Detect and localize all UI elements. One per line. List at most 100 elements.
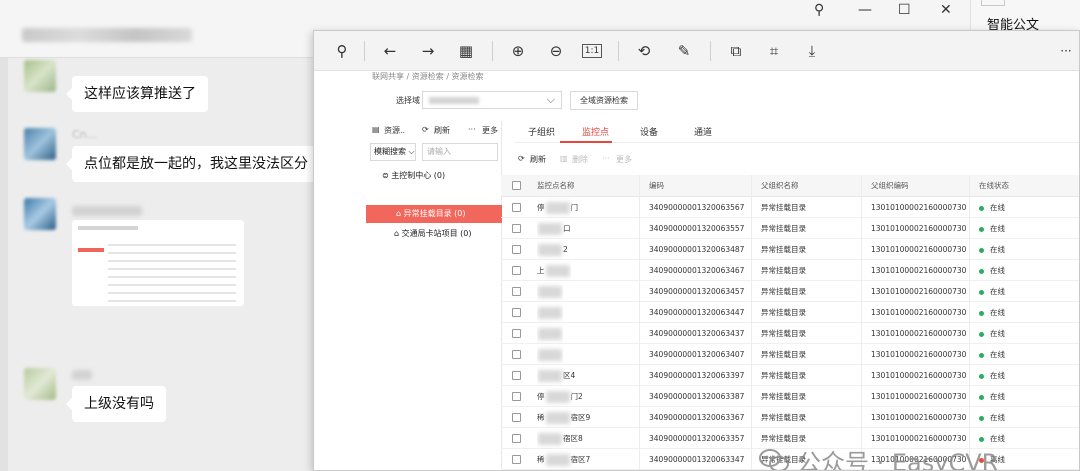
table-row[interactable]: 稀宿区9 34090000001320063367 异常挂载目录 1301010000… — [501, 407, 1079, 428]
area-select[interactable]: ⌵ — [422, 91, 562, 109]
name-redacted — [538, 328, 562, 340]
delete-button[interactable]: 删除 — [572, 154, 588, 165]
resource-icon[interactable]: ▤ — [372, 125, 380, 134]
back-arrow-icon[interactable]: ← — [378, 40, 402, 62]
tab-device[interactable]: 设备 — [640, 125, 658, 138]
avatar[interactable] — [24, 60, 56, 92]
image-viewer-window: ⚲ ← → ▦ ⊕ ⊖ 1:1 ⟲ ✎ ⧉ ⌗ ⤓ ··· 联网共享 / 资源检… — [313, 30, 1080, 471]
column-header[interactable]: 监控点名称 — [537, 175, 575, 197]
pin-icon[interactable]: ⚲ — [330, 40, 354, 62]
actual-size-icon[interactable]: 1:1 — [582, 44, 602, 58]
rotate-icon[interactable]: ⟲ — [632, 40, 656, 62]
column-header[interactable]: 在线状态 — [979, 175, 1009, 197]
tab-monitor-point[interactable]: 监控点 — [582, 125, 609, 138]
table-row[interactable]: 34090000001320063437 异常挂载目录 13010100002160… — [501, 323, 1079, 344]
table-row[interactable]: 34090000001320063447 异常挂载目录 13010100002160… — [501, 302, 1079, 323]
forward-arrow-icon[interactable]: → — [416, 40, 440, 62]
delete-icon[interactable]: ▥ — [560, 154, 568, 163]
row-checkbox[interactable] — [512, 203, 521, 212]
global-search-button[interactable]: 全域资源检索 — [570, 91, 638, 110]
edit-icon[interactable]: ✎ — [672, 40, 696, 62]
scan-icon[interactable]: ⌗ — [762, 40, 786, 62]
avatar[interactable] — [24, 198, 56, 230]
status-dot — [979, 226, 984, 232]
resource-button[interactable]: 资源.. — [384, 125, 405, 136]
row-checkbox[interactable] — [512, 329, 521, 338]
refresh-button[interactable]: 刷新 — [530, 154, 546, 165]
table-row[interactable]: 上 34090000001320063467 异常挂载目录 1301010000216… — [501, 260, 1079, 281]
table-row[interactable]: 停门 34090000001320063567 异常挂载目录 130101000021… — [501, 197, 1079, 218]
close-icon[interactable]: ✕ — [940, 2, 952, 18]
row-checkbox[interactable] — [512, 287, 521, 296]
row-checkbox[interactable] — [512, 224, 521, 233]
save-icon[interactable]: ⤓ — [800, 40, 824, 62]
name-redacted — [538, 433, 562, 445]
refresh-button[interactable]: 刷新 — [434, 125, 450, 136]
row-checkbox[interactable] — [512, 413, 521, 422]
tree-node-traffic[interactable]: ⌂ 交通局卡站项目 (0) — [394, 225, 500, 243]
more-button[interactable]: 更多 — [616, 154, 632, 165]
pane-icon — [981, 0, 1005, 6]
table-header: 监控点名称 编码 父组织名称 父组织编码 在线状态 — [501, 175, 1079, 197]
status-dot — [979, 310, 984, 316]
parent-org-name-cell: 异常挂载目录 — [761, 224, 806, 233]
status-dot — [979, 436, 984, 442]
breadcrumb: 联网共享 / 资源检索 / 资源检索 — [372, 72, 484, 81]
row-checkbox[interactable] — [512, 392, 521, 401]
tab-sub-org[interactable]: 子组织 — [528, 125, 555, 138]
table-row[interactable]: 区4 34090000001320063397 异常挂载目录 130101000021… — [501, 365, 1079, 386]
code-cell: 34090000001320063357 — [649, 434, 745, 443]
minimize-icon[interactable]: — — [858, 2, 872, 18]
tree-node-root[interactable]: ⊜ 主控制中心 (0) — [382, 167, 500, 185]
parent-org-name-cell: 异常挂载目录 — [761, 308, 806, 317]
online-status-cell: 在线 — [979, 386, 1005, 407]
row-checkbox[interactable] — [512, 266, 521, 275]
column-header[interactable]: 父组织名称 — [761, 175, 799, 197]
row-checkbox[interactable] — [512, 245, 521, 254]
zoom-in-icon[interactable]: ⊕ — [506, 40, 530, 62]
zoom-out-icon[interactable]: ⊖ — [544, 40, 568, 62]
search-input[interactable]: 请输入 — [422, 143, 498, 161]
table-row[interactable]: 34090000001320063407 异常挂载目录 13010100002160… — [501, 344, 1079, 365]
row-checkbox[interactable] — [512, 455, 521, 464]
table-row[interactable]: 停门2 34090000001320063387 异常挂载目录 13010100002… — [501, 386, 1079, 407]
table-row[interactable]: 2 34090000001320063487 异常挂载目录 1301010000216… — [501, 239, 1079, 260]
folder-icon: ⌂ — [396, 209, 404, 218]
wechat-icon — [759, 448, 789, 470]
status-dot — [979, 415, 984, 421]
row-checkbox[interactable] — [512, 308, 521, 317]
more-dots-icon[interactable]: ··· — [468, 125, 476, 134]
refresh-icon[interactable]: ⟳ — [518, 154, 525, 163]
translate-icon[interactable]: ⧉ — [724, 40, 748, 62]
name-redacted — [545, 412, 570, 424]
search-mode-select[interactable]: 模糊搜索 ⌵ — [370, 143, 416, 161]
table-row[interactable]: 34090000001320063457 异常挂载目录 13010100002160… — [501, 281, 1079, 302]
message-bubble[interactable]: 上级没有吗 — [66, 386, 166, 422]
row-checkbox[interactable] — [512, 371, 521, 380]
row-checkbox[interactable] — [512, 434, 521, 443]
online-status-cell: 在线 — [979, 281, 1005, 302]
grid-icon[interactable]: ▦ — [454, 40, 478, 62]
message-bubble[interactable]: 这样应该算推送了 — [66, 76, 208, 112]
monitor-point-name — [537, 323, 563, 344]
name-redacted — [538, 286, 562, 298]
table-row[interactable]: 口 34090000001320063557 异常挂载目录 1301010000216… — [501, 218, 1079, 239]
viewer-toolbar: ⚲ ← → ▦ ⊕ ⊖ 1:1 ⟲ ✎ ⧉ ⌗ ⤓ ··· — [314, 31, 1079, 71]
maximize-icon[interactable]: ☐ — [898, 2, 911, 18]
avatar[interactable] — [24, 368, 56, 400]
refresh-icon[interactable]: ⟳ — [422, 125, 429, 134]
tab-channel[interactable]: 通道 — [694, 125, 712, 138]
pin-window-icon[interactable]: ⚲ — [814, 2, 824, 18]
more-dots-icon[interactable]: ··· — [602, 154, 610, 163]
more-icon[interactable]: ··· — [1054, 40, 1078, 62]
column-header[interactable]: 父组织编码 — [871, 175, 909, 197]
message-bubble[interactable]: 点位都是放一起的，我这里没法区分 — [66, 146, 320, 182]
tree-node-abnormal[interactable]: ⌂ 异常挂载目录 (0) — [366, 205, 502, 223]
image-message-thumbnail[interactable] — [72, 220, 244, 306]
column-header[interactable]: 编码 — [649, 175, 664, 197]
select-all-checkbox[interactable] — [512, 181, 521, 190]
chat-title-redacted — [22, 28, 192, 42]
more-button[interactable]: 更多 — [482, 125, 498, 136]
avatar[interactable] — [24, 128, 56, 160]
row-checkbox[interactable] — [512, 350, 521, 359]
